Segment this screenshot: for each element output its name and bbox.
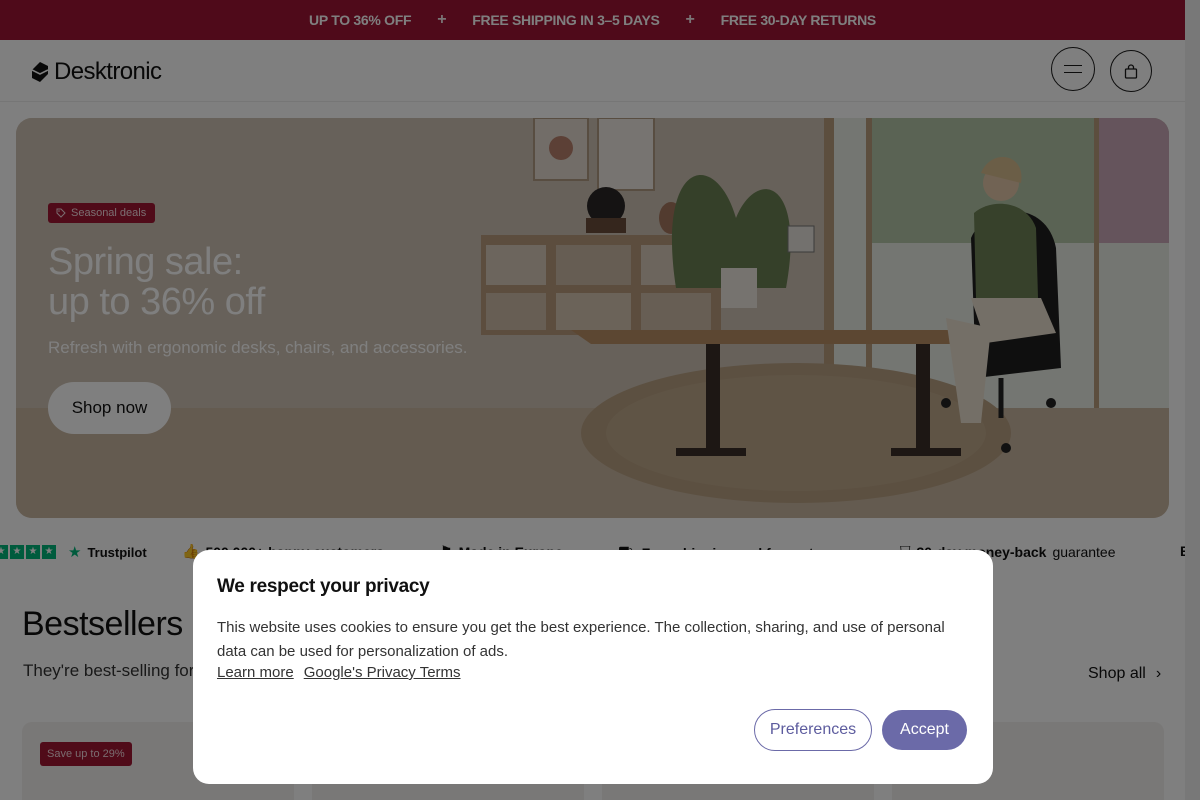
- cookie-consent-dialog: We respect your privacy This website use…: [193, 550, 993, 784]
- dialog-body: This website uses cookies to ensure you …: [217, 619, 945, 660]
- learn-more-link[interactable]: Learn more: [217, 664, 294, 681]
- accept-button[interactable]: Accept: [882, 710, 967, 750]
- preferences-button[interactable]: Preferences: [754, 709, 872, 751]
- privacy-terms-link[interactable]: Google's Privacy Terms: [304, 664, 461, 681]
- dialog-links: Learn more Google's Privacy Terms: [217, 664, 969, 681]
- dialog-title: We respect your privacy: [217, 576, 430, 597]
